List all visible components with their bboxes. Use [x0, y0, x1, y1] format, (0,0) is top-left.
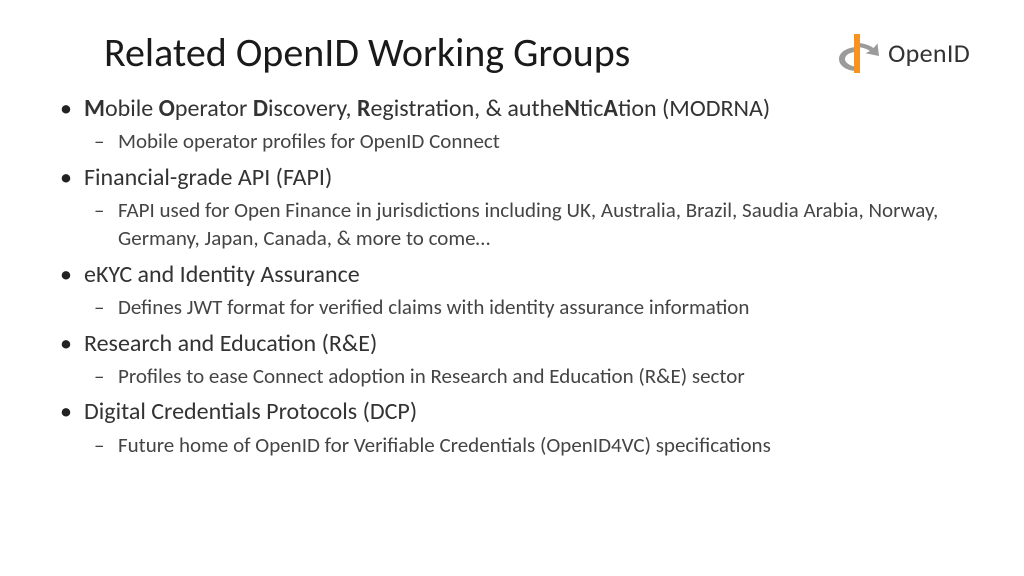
- list-item: Research and Education (R&E) Profiles to…: [84, 328, 970, 391]
- sub-list-item: Mobile operator profiles for OpenID Conn…: [118, 127, 970, 155]
- sub-list: Future home of OpenID for Verifiable Cre…: [84, 431, 970, 459]
- sub-list-item: Defines JWT format for verified claims w…: [118, 293, 970, 321]
- sub-list: Defines JWT format for verified claims w…: [84, 293, 970, 321]
- sub-list: Mobile operator profiles for OpenID Conn…: [84, 127, 970, 155]
- openid-icon: [834, 31, 880, 75]
- bullet-list: Mobile Operator Discovery, Registration,…: [54, 93, 970, 459]
- list-item-heading: eKYC and Identity Assurance: [84, 260, 360, 289]
- slide-header: Related OpenID Working Groups OpenID: [54, 28, 970, 77]
- sub-list: Profiles to ease Connect adoption in Res…: [84, 362, 970, 390]
- list-item-heading: Financial-grade API (FAPI): [84, 163, 332, 192]
- list-item-heading: Research and Education (R&E): [84, 329, 377, 358]
- list-item-heading: Digital Credentials Protocols (DCP): [84, 397, 417, 426]
- list-item: Mobile Operator Discovery, Registration,…: [84, 93, 970, 156]
- sub-list: FAPI used for Open Finance in jurisdicti…: [84, 196, 970, 253]
- sub-list-item: FAPI used for Open Finance in jurisdicti…: [118, 196, 970, 253]
- list-item: eKYC and Identity Assurance Defines JWT …: [84, 259, 970, 322]
- openid-logo-text: OpenID: [888, 37, 970, 69]
- openid-logo: OpenID: [834, 31, 970, 75]
- list-item-heading: Mobile Operator Discovery, Registration,…: [84, 94, 770, 123]
- list-item: Financial-grade API (FAPI) FAPI used for…: [84, 162, 970, 253]
- sub-list-item: Future home of OpenID for Verifiable Cre…: [118, 431, 970, 459]
- slide-title: Related OpenID Working Groups: [104, 28, 630, 77]
- list-item: Digital Credentials Protocols (DCP) Futu…: [84, 396, 970, 459]
- sub-list-item: Profiles to ease Connect adoption in Res…: [118, 362, 970, 390]
- slide: Related OpenID Working Groups OpenID Mob…: [0, 0, 1024, 576]
